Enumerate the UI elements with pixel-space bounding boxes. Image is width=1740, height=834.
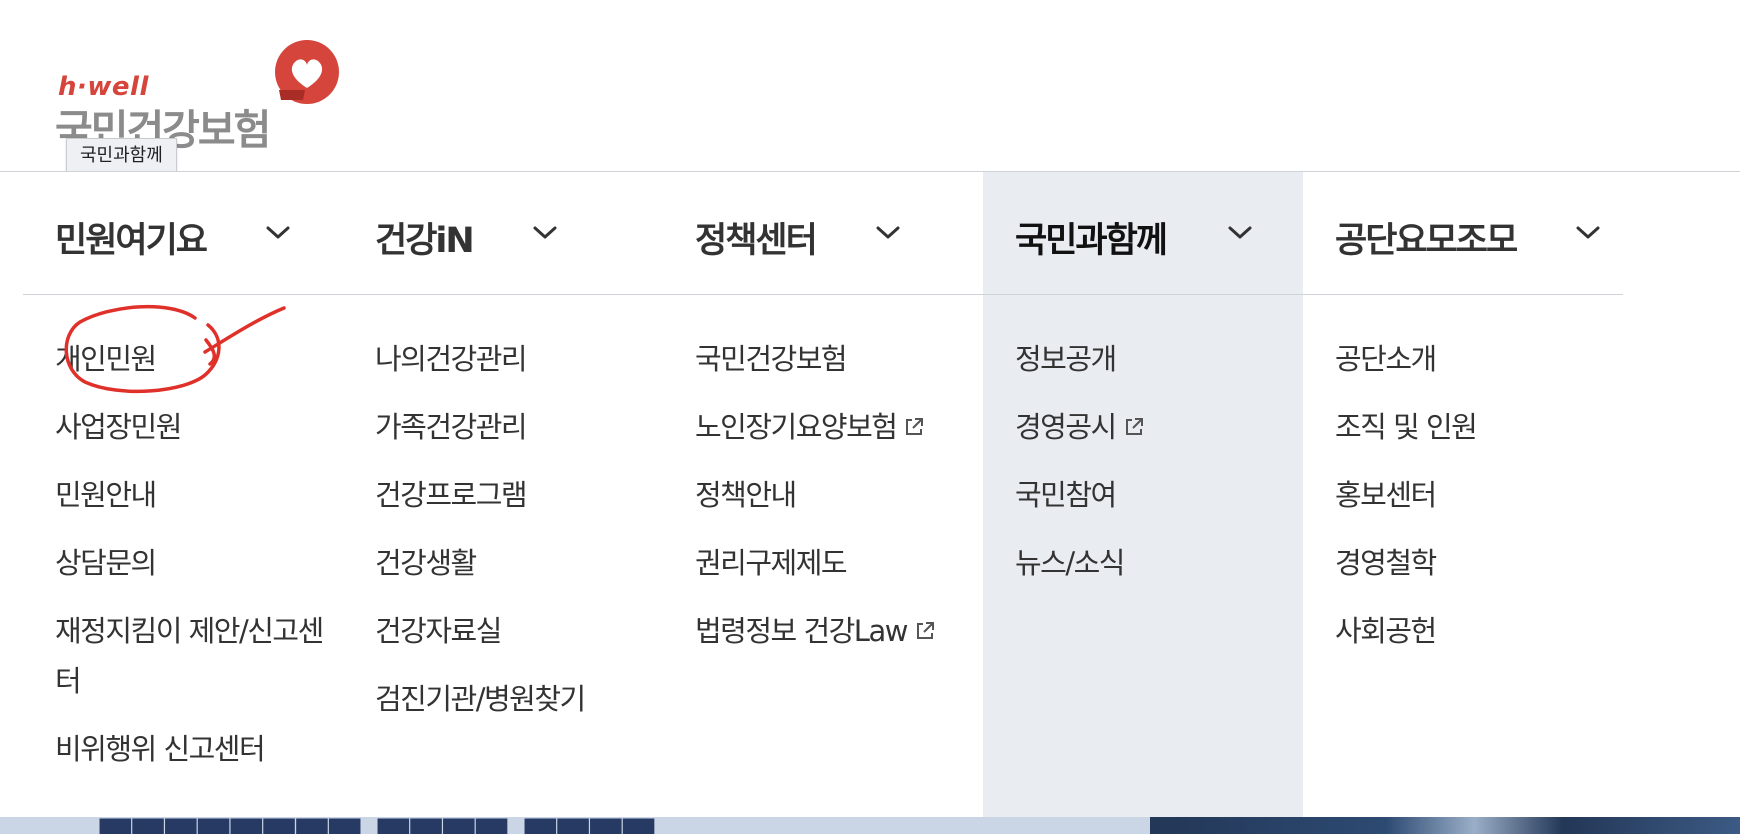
menu-link[interactable]: 경영철학 (1335, 538, 1625, 588)
menu-link-label: 국민건강보험 (695, 342, 848, 376)
chevron-down-icon[interactable] (875, 225, 901, 241)
menu-link[interactable]: 사회공헌 (1335, 606, 1625, 656)
menu-column-title[interactable]: 공단요모조모 (1335, 212, 1518, 263)
menu-link-label: 노인장기요양보험 (695, 410, 898, 444)
menu-link[interactable]: 가족건강관리 (375, 402, 665, 452)
menu-link[interactable]: 정보공개 (1015, 334, 1305, 384)
menu-column-header[interactable]: 공단요모조모 (1303, 172, 1623, 295)
menu-link-label: 정책안내 (695, 478, 797, 512)
mega-menu: 민원여기요개인민원사업장민원민원안내상담문의재정지킴이 제안/신고센터비위행위 … (0, 171, 1740, 818)
menu-link[interactable]: 상담문의 (55, 538, 345, 588)
menu-column-title[interactable]: 민원여기요 (55, 212, 208, 263)
site-header: h·well 국민건강보험 국민과함께 (0, 0, 1740, 174)
menu-link-label: 공단소개 (1335, 342, 1437, 376)
menu-link[interactable]: 권리구제제도 (695, 538, 985, 588)
banner-building-image (1150, 817, 1740, 834)
heart-icon (275, 40, 339, 104)
menu-link[interactable]: 건강자료실 (375, 606, 665, 656)
menu-link-label: 조직 및 인원 (1335, 410, 1478, 444)
chevron-down-icon[interactable] (532, 225, 558, 241)
menu-column-header[interactable]: 정책센터 (663, 172, 983, 295)
menu-link-label: 홍보센터 (1335, 478, 1437, 512)
menu-link[interactable]: 경영공시 (1015, 402, 1305, 452)
menu-item-list: 정보공개경영공시국민참여뉴스/소식 (1015, 334, 1305, 606)
menu-link-label: 재정지킴이 제안/신고센터 (55, 614, 324, 698)
menu-link[interactable]: 나의건강관리 (375, 334, 665, 384)
menu-item-list: 개인민원사업장민원민원안내상담문의재정지킴이 제안/신고센터비위행위 신고센터 (55, 334, 345, 792)
menu-item-list: 국민건강보험노인장기요양보험정책안내권리구제제도법령정보 건강Law (695, 334, 985, 674)
menu-link-label: 사회공헌 (1335, 614, 1437, 648)
menu-link-label: 국민참여 (1015, 478, 1117, 512)
menu-link-label: 가족건강관리 (375, 410, 528, 444)
menu-link[interactable]: 공단소개 (1335, 334, 1625, 384)
menu-link[interactable]: 노인장기요양보험 (695, 402, 985, 452)
menu-column-3: 정책센터국민건강보험노인장기요양보험정책안내권리구제제도법령정보 건강Law (663, 172, 983, 818)
menu-link-label: 상담문의 (55, 546, 157, 580)
menu-column-2: 건강iN 나의건강관리가족건강관리건강프로그램건강생활건강자료실검진기관/병원찾기 (343, 172, 663, 818)
menu-link-label: 뉴스/소식 (1015, 546, 1126, 580)
menu-link-label: 건강생활 (375, 546, 477, 580)
menu-link-label: 정보공개 (1015, 342, 1117, 376)
menu-link-label: 법령정보 건강Law (695, 614, 908, 648)
menu-link-label: 검진기관/병원찾기 (375, 682, 586, 716)
menu-link[interactable]: 사업장민원 (55, 402, 345, 452)
external-link-icon (916, 622, 934, 639)
menu-link[interactable]: 국민참여 (1015, 470, 1305, 520)
menu-item-list: 공단소개조직 및 인원홍보센터경영철학사회공헌 (1335, 334, 1625, 674)
menu-column-header[interactable]: 국민과함께 (983, 172, 1303, 295)
menu-link-label: 사업장민원 (55, 410, 182, 444)
menu-link[interactable]: 법령정보 건강Law (695, 606, 985, 656)
menu-link-label: 권리구제제도 (695, 546, 848, 580)
menu-link[interactable]: 검진기관/병원찾기 (375, 674, 665, 724)
menu-link[interactable]: 건강프로그램 (375, 470, 665, 520)
menu-link[interactable]: 재정지킴이 제안/신고센터 (55, 606, 325, 706)
menu-column-title[interactable]: 건강iN (375, 212, 475, 263)
chevron-down-icon[interactable] (1227, 225, 1253, 241)
menu-column-1: 민원여기요개인민원사업장민원민원안내상담문의재정지킴이 제안/신고센터비위행위 … (23, 172, 343, 818)
external-link-icon (1125, 418, 1143, 435)
menu-link-label: 민원안내 (55, 478, 157, 512)
menu-column-header[interactable]: 건강iN (343, 172, 663, 295)
menu-column-4: 국민과함께정보공개경영공시국민참여뉴스/소식 (983, 172, 1303, 818)
menu-link[interactable]: 개인민원 (55, 334, 345, 384)
menu-link[interactable]: 민원안내 (55, 470, 345, 520)
menu-link-label: 나의건강관리 (375, 342, 528, 376)
menu-column-title[interactable]: 국민과함께 (1015, 212, 1168, 263)
menu-link[interactable]: 뉴스/소식 (1015, 538, 1305, 588)
menu-link[interactable]: 국민건강보험 (695, 334, 985, 384)
chevron-down-icon[interactable] (265, 225, 291, 241)
menu-link[interactable]: 비위행위 신고센터 (55, 724, 345, 774)
menu-link-label: 경영철학 (1335, 546, 1437, 580)
menu-link-label: 건강프로그램 (375, 478, 528, 512)
menu-link-label: 개인민원 (55, 342, 157, 376)
menu-link-label: 경영공시 (1015, 410, 1117, 444)
menu-column-header[interactable]: 민원여기요 (23, 172, 343, 295)
hero-banner-strip: ▆▆▆▆▆▆▆▆ ▆▆▆▆ ▆▆▆▆ (0, 817, 1740, 834)
menu-link[interactable]: 홍보센터 (1335, 470, 1625, 520)
menu-column-title[interactable]: 정책센터 (695, 212, 818, 263)
menu-column-5: 공단요모조모공단소개조직 및 인원홍보센터경영철학사회공헌 (1303, 172, 1623, 818)
banner-graphic: ▆▆▆▆▆▆▆▆ ▆▆▆▆ ▆▆▆▆ (100, 817, 1000, 834)
site-logo[interactable]: h·well 국민건강보험 (55, 40, 345, 154)
menu-link[interactable]: 건강생활 (375, 538, 665, 588)
chevron-down-icon[interactable] (1575, 225, 1601, 241)
menu-link[interactable]: 조직 및 인원 (1335, 402, 1625, 452)
menu-tooltip: 국민과함께 (66, 138, 177, 174)
external-link-icon (906, 418, 924, 435)
menu-link-label: 비위행위 신고센터 (55, 732, 266, 766)
menu-link-label: 건강자료실 (375, 614, 502, 648)
menu-link[interactable]: 정책안내 (695, 470, 985, 520)
menu-item-list: 나의건강관리가족건강관리건강프로그램건강생활건강자료실검진기관/병원찾기 (375, 334, 665, 742)
